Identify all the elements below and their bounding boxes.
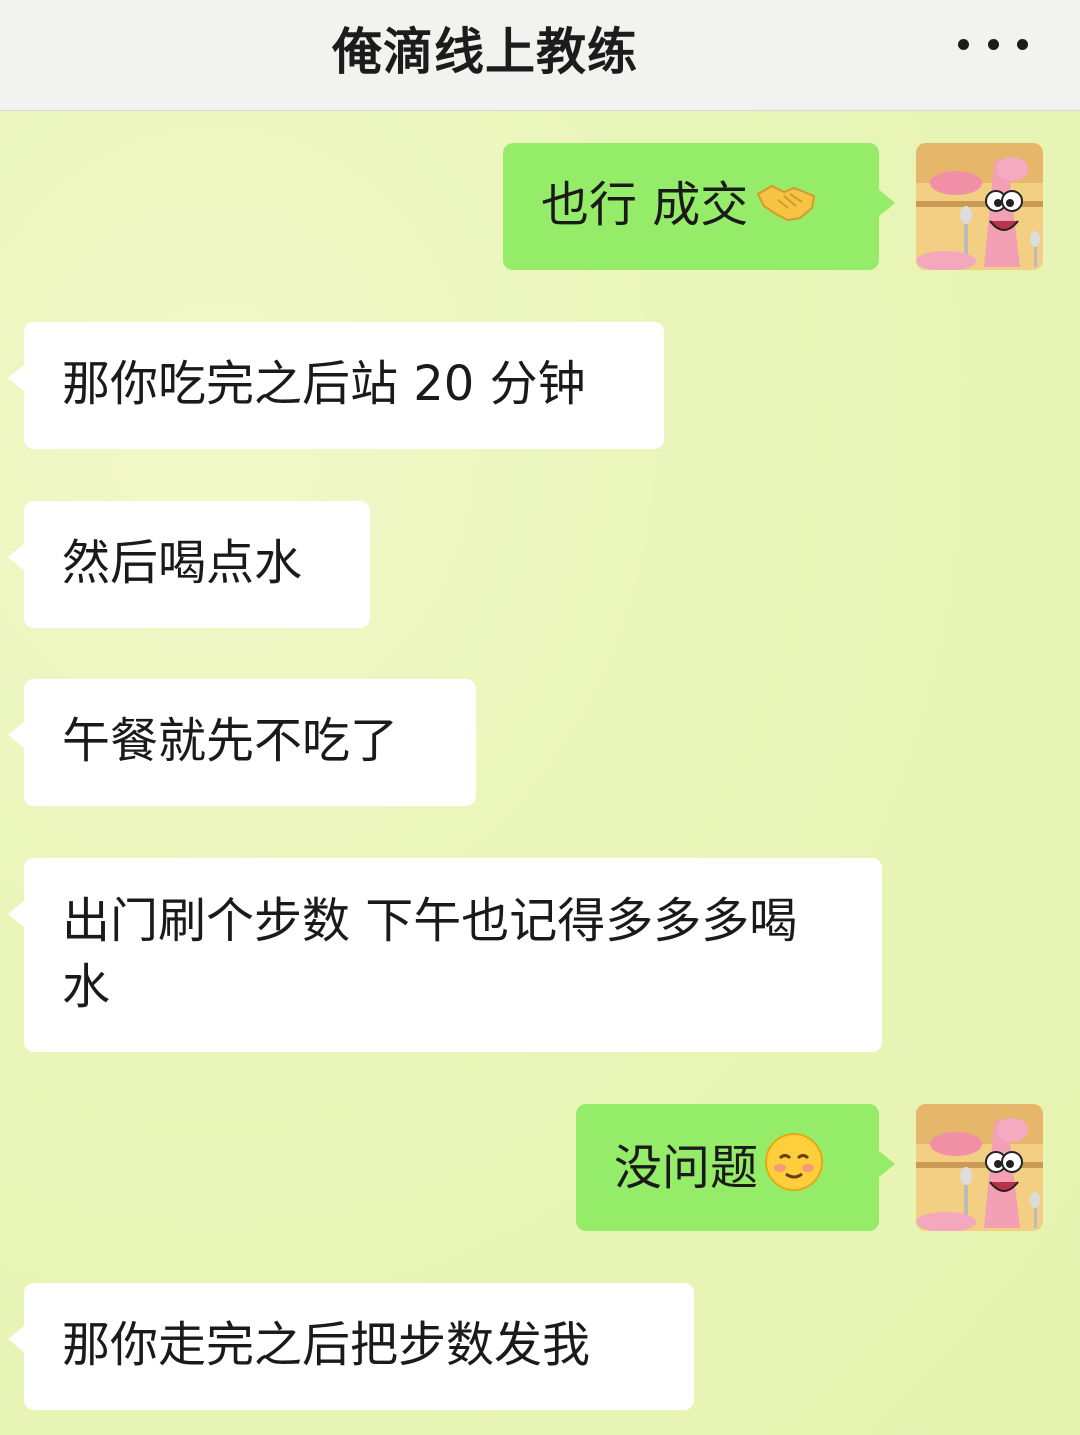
message-bubble-incoming[interactable]: 出门刷个步数 下午也记得多多多喝水 — [8, 858, 882, 1052]
smiling-face-icon — [764, 1132, 824, 1210]
avatar[interactable] — [916, 1104, 1043, 1231]
message-bubble-incoming[interactable]: 那你走完之后把步数发我 — [8, 1283, 694, 1410]
message-text: 没问题 — [614, 1140, 759, 1196]
chat-title: 俺滴线上教练 — [332, 23, 638, 81]
avatar[interactable] — [916, 143, 1043, 270]
patrick-star-avatar-icon — [916, 1104, 1043, 1231]
message-text: 午餐就先不吃了 — [62, 713, 399, 769]
handshake-icon — [754, 174, 820, 242]
dot — [958, 38, 969, 50]
dot — [987, 38, 999, 50]
message-text: 那你吃完之后站 20 分钟 — [62, 356, 586, 412]
message-bubble-incoming[interactable]: 午餐就先不吃了 — [8, 679, 476, 806]
message-text: 那你走完之后把步数发我 — [62, 1317, 591, 1373]
chat-header: 俺滴线上教练 — [0, 0, 1080, 111]
message-bubble-incoming[interactable]: 然后喝点水 — [8, 501, 370, 628]
message-bubble-outgoing[interactable]: 也行 成交 — [503, 143, 895, 270]
message-text: 出门刷个步数 下午也记得多多多喝水 — [62, 893, 798, 1015]
message-text: 然后喝点水 — [62, 535, 303, 591]
dot — [1017, 38, 1028, 50]
message-text: 也行 成交 — [541, 177, 749, 233]
message-bubble-outgoing[interactable]: 没问题 — [576, 1104, 895, 1231]
more-dots-icon[interactable] — [958, 34, 1028, 54]
message-bubble-incoming[interactable]: 那你吃完之后站 20 分钟 — [8, 322, 664, 449]
patrick-star-avatar-icon — [916, 143, 1043, 270]
